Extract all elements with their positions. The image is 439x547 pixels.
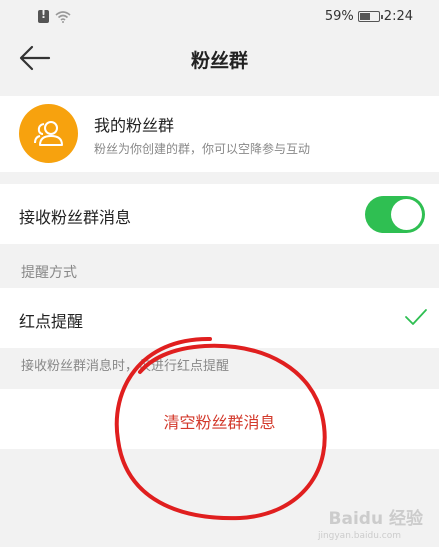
receive-messages-label: 接收粉丝群消息 [19,208,132,227]
group-users-icon [34,121,63,146]
receive-messages-toggle[interactable] [365,196,425,233]
avatar [19,104,78,163]
sim-alert-icon [38,8,49,23]
clock: 2:24 [383,9,413,24]
battery-icon [357,11,383,22]
group-name: 我的粉丝群 [94,116,175,135]
group-description: 粉丝为你创建的群，你可以空降参与互动 [94,142,311,156]
reddot-reminder-label: 红点提醒 [19,312,84,331]
reddot-reminder-option[interactable]: 红点提醒 [0,288,439,348]
watermark-url: jingyan.baidu.com [317,531,401,541]
fan-group-card[interactable]: 我的粉丝群 粉丝为你创建的群，你可以空降参与互动 [0,96,439,172]
clear-messages-label: 清空粉丝群消息 [163,413,276,432]
status-left [38,8,71,23]
wifi-icon [55,10,71,23]
clear-messages-button[interactable]: 清空粉丝群消息 [0,389,439,449]
reminder-hint: 接收粉丝群消息时，仅进行红点提醒 [21,359,230,374]
header: 粉丝群 [0,34,439,84]
page-title: 粉丝群 [190,50,248,72]
watermark-logo: Baidu 经验 [328,509,423,529]
battery-percent: 59% [324,9,354,24]
toggle-knob [391,199,422,230]
checkmark-icon [405,309,427,325]
status-right: 59% 2:24 [325,9,413,24]
reminder-section-label: 提醒方式 [21,265,77,281]
receive-messages-row: 接收粉丝群消息 [0,184,439,244]
status-bar: 59% 2:24 [0,0,439,34]
